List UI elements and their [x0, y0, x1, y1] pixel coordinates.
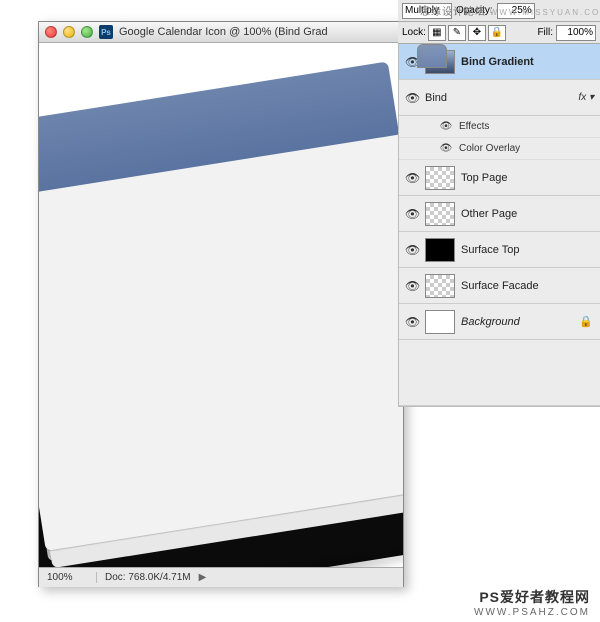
traffic-lights — [45, 26, 93, 38]
layer-name: Surface Facade — [461, 280, 594, 292]
visibility-icon[interactable]: 👁 — [405, 171, 419, 185]
ps-icon: Ps — [99, 25, 113, 39]
layer-name: Bind Gradient — [461, 56, 594, 68]
layer-thumb — [417, 44, 447, 68]
layer-row-bind[interactable]: 👁 Bind fx ▾ — [399, 80, 600, 116]
effects-label: Effects — [459, 121, 489, 132]
watermark-top-line1: 思缘设计论坛 — [420, 7, 486, 18]
layers-panel: 👁 Bind Gradient 👁 Bind fx ▾ 👁 Effects 👁 … — [398, 44, 600, 407]
zoom-button[interactable] — [81, 26, 93, 38]
watermark-bottom-line1: PS爱好者教程网 — [474, 587, 590, 607]
fill-input[interactable] — [556, 25, 596, 41]
lock-label: Lock: — [402, 27, 426, 38]
lock-icon: 🔒 — [578, 315, 594, 328]
effect-color-overlay[interactable]: 👁 Color Overlay — [399, 138, 600, 160]
visibility-icon[interactable]: 👁 — [405, 207, 419, 221]
layer-thumb — [425, 166, 455, 190]
watermark-bottom: PS爱好者教程网 WWW.PSAHZ.COM — [474, 587, 590, 618]
layer-name: Surface Top — [461, 244, 594, 256]
effect-name: Color Overlay — [459, 143, 520, 154]
effects-row[interactable]: 👁 Effects — [399, 116, 600, 138]
layer-row-surface-facade[interactable]: 👁 Surface Facade — [399, 268, 600, 304]
document-title: Google Calendar Icon @ 100% (Bind Grad — [119, 26, 328, 38]
layer-name: Bind — [425, 92, 564, 104]
visibility-icon[interactable]: 👁 — [439, 121, 453, 132]
artwork — [39, 63, 403, 567]
titlebar[interactable]: Ps Google Calendar Icon @ 100% (Bind Gra… — [39, 22, 403, 43]
visibility-icon[interactable]: 👁 — [439, 143, 453, 154]
layer-row-background[interactable]: 👁 Background 🔒 — [399, 304, 600, 340]
lock-position-button[interactable]: ✥ — [468, 25, 486, 41]
doc-info: Doc: 768.0K/4.71M — [105, 572, 191, 583]
status-bar: 100% Doc: 768.0K/4.71M ▶ — [39, 567, 403, 587]
fill-label: Fill: — [537, 27, 553, 38]
lock-transparent-button[interactable]: ▦ — [428, 25, 446, 41]
watermark-bottom-line2: WWW.PSAHZ.COM — [474, 607, 590, 618]
layer-thumb — [425, 238, 455, 262]
layer-name: Top Page — [461, 172, 594, 184]
lock-bar: Lock: ▦ ✎ ✥ 🔒 Fill: — [398, 22, 600, 44]
zoom-level[interactable]: 100% — [47, 572, 97, 583]
layers-empty-area — [399, 340, 600, 406]
visibility-icon[interactable]: 👁 — [405, 91, 419, 105]
visibility-icon[interactable]: 👁 — [405, 315, 419, 329]
visibility-icon[interactable]: 👁 — [405, 279, 419, 293]
document-window: Ps Google Calendar Icon @ 100% (Bind Gra… — [38, 21, 404, 587]
statusbar-chevron-icon[interactable]: ▶ — [199, 572, 207, 583]
layer-thumb — [425, 274, 455, 298]
watermark-top: 思缘设计论坛 WWW.MISSYUAN.COM — [420, 3, 600, 18]
layer-name: Background — [461, 316, 572, 328]
layer-row-surface-top[interactable]: 👁 Surface Top — [399, 232, 600, 268]
layer-row-other-page[interactable]: 👁 Other Page — [399, 196, 600, 232]
lock-all-button[interactable]: 🔒 — [488, 25, 506, 41]
fx-badge[interactable]: fx ▾ — [570, 92, 594, 103]
layer-thumb — [425, 310, 455, 334]
visibility-icon[interactable]: 👁 — [405, 243, 419, 257]
lock-pixels-button[interactable]: ✎ — [448, 25, 466, 41]
close-button[interactable] — [45, 26, 57, 38]
canvas[interactable] — [39, 43, 403, 567]
layer-row-top-page[interactable]: 👁 Top Page — [399, 160, 600, 196]
watermark-top-line2: WWW.MISSYUAN.COM — [490, 8, 600, 17]
layer-thumb — [425, 202, 455, 226]
minimize-button[interactable] — [63, 26, 75, 38]
layer-name: Other Page — [461, 208, 594, 220]
